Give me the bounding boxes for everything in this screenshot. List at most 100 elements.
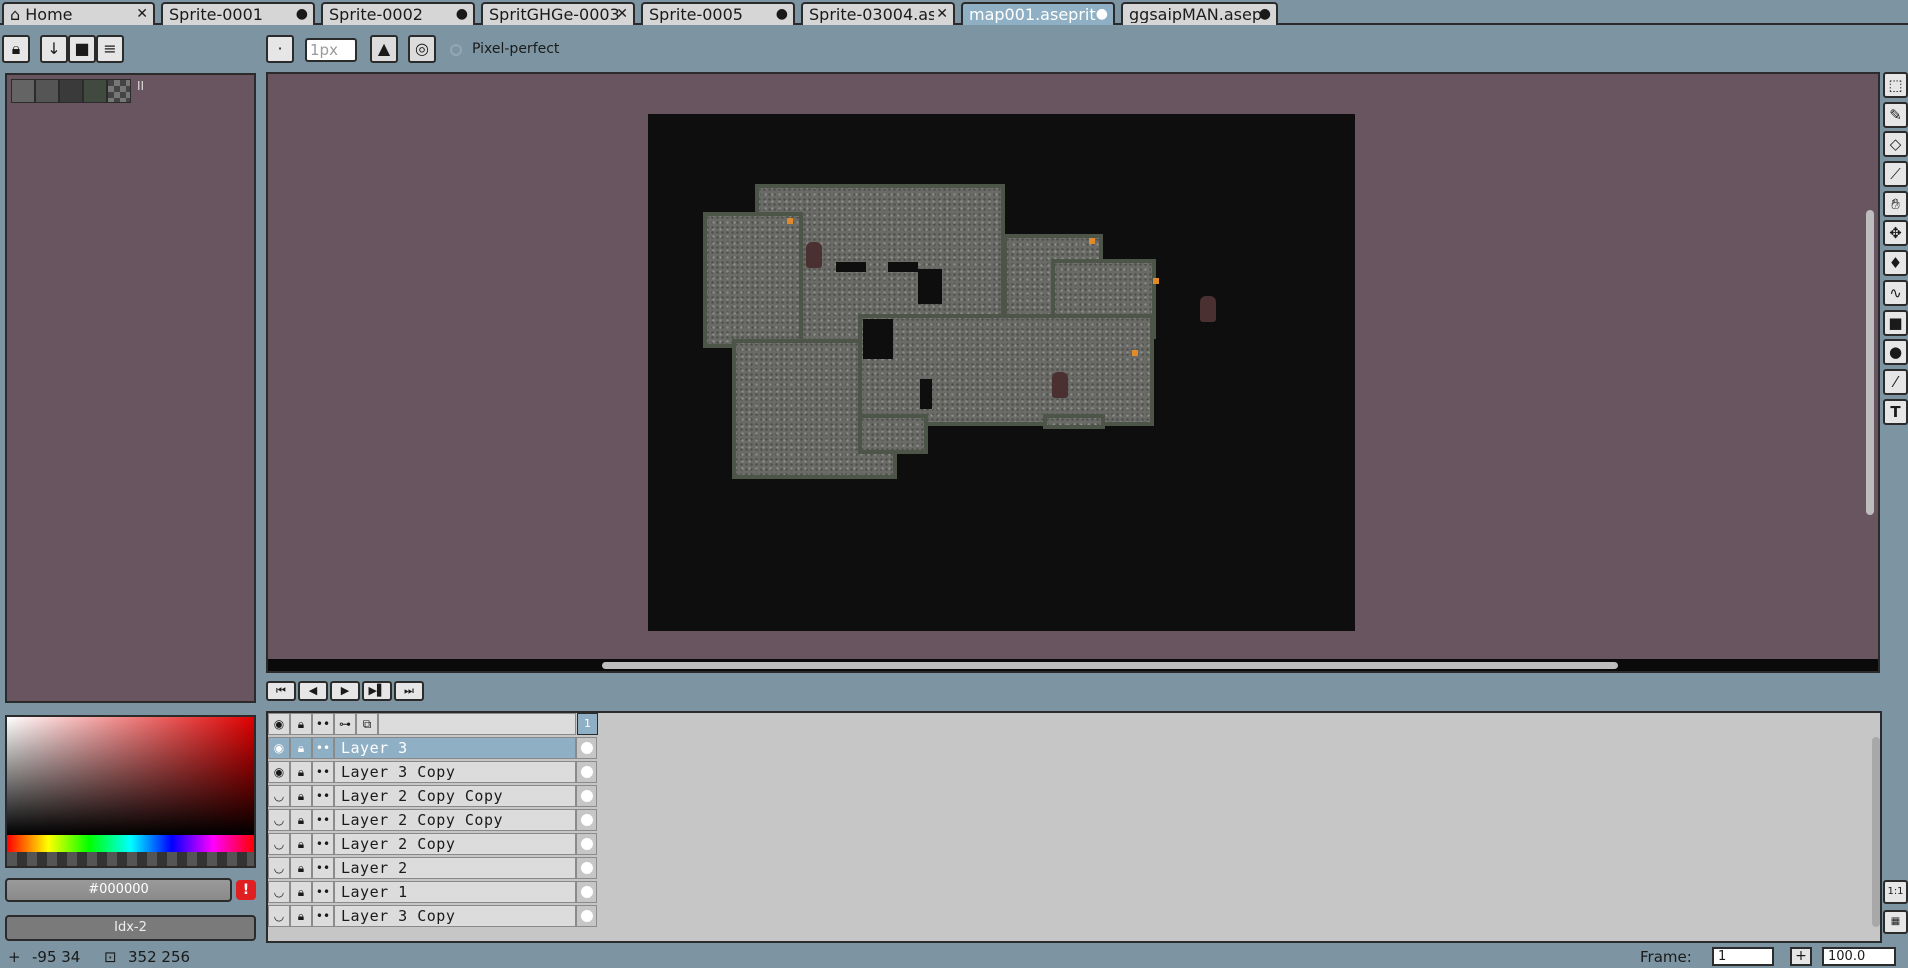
continuous-icon[interactable]: •• [312,881,334,903]
brush-size-input[interactable]: 1px [305,38,357,62]
continuous-icon[interactable]: •• [312,857,334,879]
ellipse-icon[interactable]: ● [1883,339,1908,365]
zoom-1-1-button[interactable]: 1:1 [1883,880,1908,904]
pencil-icon[interactable]: ✎ [1883,102,1908,128]
cel[interactable] [576,809,597,831]
layer-name[interactable]: Layer 3 Copy [334,905,576,927]
eye-icon[interactable]: ◉ [268,737,290,759]
palette-swatch[interactable] [107,79,131,103]
continuous-icon[interactable]: •• [312,785,334,807]
layer-name[interactable]: Layer 3 Copy [334,761,576,783]
eye-icon[interactable]: ◉ [268,761,290,783]
palette-swatch[interactable] [35,79,59,103]
palette-swatch[interactable] [59,79,83,103]
scrollbar-thumb[interactable] [602,662,1618,669]
continuous-icon[interactable]: •• [312,761,334,783]
cel[interactable] [576,857,597,879]
tab-sprite-03004[interactable]: Sprite-03004.as ✕ [801,2,955,25]
cel[interactable] [576,881,597,903]
onion-skin-icon[interactable]: ⧉ [356,713,378,735]
eye-closed-icon[interactable]: ◡ [268,785,290,807]
color-hex-field[interactable]: #000000 [5,878,232,902]
play-button[interactable]: ▶ [330,681,360,701]
next-frame-button[interactable]: ▶▌ [362,681,392,701]
padlock-icon[interactable]: 🔒︎ [290,713,312,735]
previous-frame-button[interactable]: ◀ [298,681,328,701]
cel[interactable] [576,761,597,783]
rectangular-marquee-icon[interactable]: ⬚ [1883,72,1908,98]
padlock-icon[interactable]: 🔒︎ [290,761,312,783]
padlock-icon[interactable]: 🔒︎ [290,857,312,879]
layer-row[interactable]: ◡ 🔒︎ •• Layer 2 Copy Copy [268,785,597,809]
lock-icon[interactable]: 🔒︎ [2,35,30,63]
grid-icon[interactable]: ▦ [1883,910,1908,934]
padlock-icon[interactable]: 🔒︎ [290,905,312,927]
text-icon[interactable]: T [1883,399,1908,425]
modified-dot-icon[interactable]: ● [1096,6,1108,23]
continuous-icon[interactable]: •• [312,905,334,927]
cel[interactable] [576,905,597,927]
add-frame-button[interactable]: + [1790,947,1812,966]
cel[interactable] [576,785,597,807]
rectangle-icon[interactable]: ■ [1883,310,1908,336]
eraser-icon[interactable]: ◇ [1883,131,1908,157]
palette-swatch[interactable] [11,79,35,103]
last-frame-button[interactable]: ⏭ [394,681,424,701]
timeline-scrollbar[interactable] [1872,737,1880,927]
layer-name[interactable]: Layer 2 Copy Copy [334,785,576,807]
spray-icon[interactable]: ⁄ [1883,369,1908,395]
padlock-icon[interactable]: 🔒︎ [290,833,312,855]
eye-closed-icon[interactable]: ◡ [268,857,290,879]
close-icon[interactable]: ✕ [936,6,948,23]
layer-name[interactable]: Layer 1 [334,881,576,903]
layer-row[interactable]: ◡ 🔒︎ •• Layer 2 Copy [268,833,597,857]
saturation-value-area[interactable] [7,717,254,835]
frame-header[interactable]: 1 [577,713,598,735]
sprite-canvas[interactable] [648,114,1355,631]
layer-name[interactable]: Layer 2 Copy [334,833,576,855]
layer-name[interactable]: Layer 2 [334,857,576,879]
close-icon[interactable]: ✕ [136,6,148,23]
hue-slider[interactable] [7,835,254,852]
sprite-editor[interactable] [266,72,1880,673]
pixel-perfect-checkbox[interactable] [450,44,462,56]
tab-sprite-0002[interactable]: Sprite-0002 ● [321,2,475,25]
continuous-icon[interactable]: •• [312,833,334,855]
layer-row[interactable]: ◉ 🔒︎ •• Layer 3 Copy [268,761,597,785]
color-index-field[interactable]: Idx-2 [5,915,256,941]
tab-map001[interactable]: map001.asepriti ● [961,2,1115,25]
layer-row[interactable]: ◡ 🔒︎ •• Layer 2 Copy Copy [268,809,597,833]
tab-home[interactable]: ⌂ Home ✕ [2,2,155,25]
warning-icon[interactable]: ! [236,880,256,900]
modified-dot-icon[interactable]: ● [456,6,468,23]
eye-closed-icon[interactable]: ◡ [268,809,290,831]
arrow-down-icon[interactable]: ↓ [40,35,68,63]
menu-icon[interactable]: ≡ [96,35,124,63]
paint-bucket-icon[interactable]: ♦ [1883,250,1908,276]
tab-sprite-0001[interactable]: Sprite-0001 ● [161,2,315,25]
modified-dot-icon[interactable]: ● [1259,6,1271,23]
cel[interactable] [576,833,597,855]
close-icon[interactable]: ✕ [616,6,628,23]
square-icon[interactable]: ■ [68,35,96,63]
padlock-icon[interactable]: 🔒︎ [290,809,312,831]
padlock-icon[interactable]: 🔒︎ [290,785,312,807]
eye-closed-icon[interactable]: ◡ [268,833,290,855]
eye-closed-icon[interactable]: ◡ [268,905,290,927]
first-frame-button[interactable]: ⏮ [266,681,296,701]
padlock-icon[interactable]: 🔒︎ [290,737,312,759]
zoom-input[interactable]: 100.0 [1822,947,1896,966]
eyedropper-icon[interactable]: ⟋ [1883,161,1908,187]
continuous-icon[interactable]: •• [312,809,334,831]
color-picker[interactable] [5,715,256,868]
vertical-scrollbar[interactable] [1866,210,1874,515]
brush-dot-icon[interactable]: · [266,35,294,63]
modified-dot-icon[interactable]: ● [296,6,308,23]
link-icon[interactable]: ⊶ [334,713,356,735]
symmetry-icon[interactable]: ◎ [408,35,436,63]
tab-sprite-0005[interactable]: Sprite-0005 ● [641,2,795,25]
palette-more[interactable]: II [137,79,144,93]
tab-spritghge-0003[interactable]: SpritGHGe-0003 ✕ [481,2,635,25]
tab-ggsaipman[interactable]: ggsaipMAN.asep ● [1121,2,1278,25]
layer-row[interactable]: ◡ 🔒︎ •• Layer 2 [268,857,597,881]
